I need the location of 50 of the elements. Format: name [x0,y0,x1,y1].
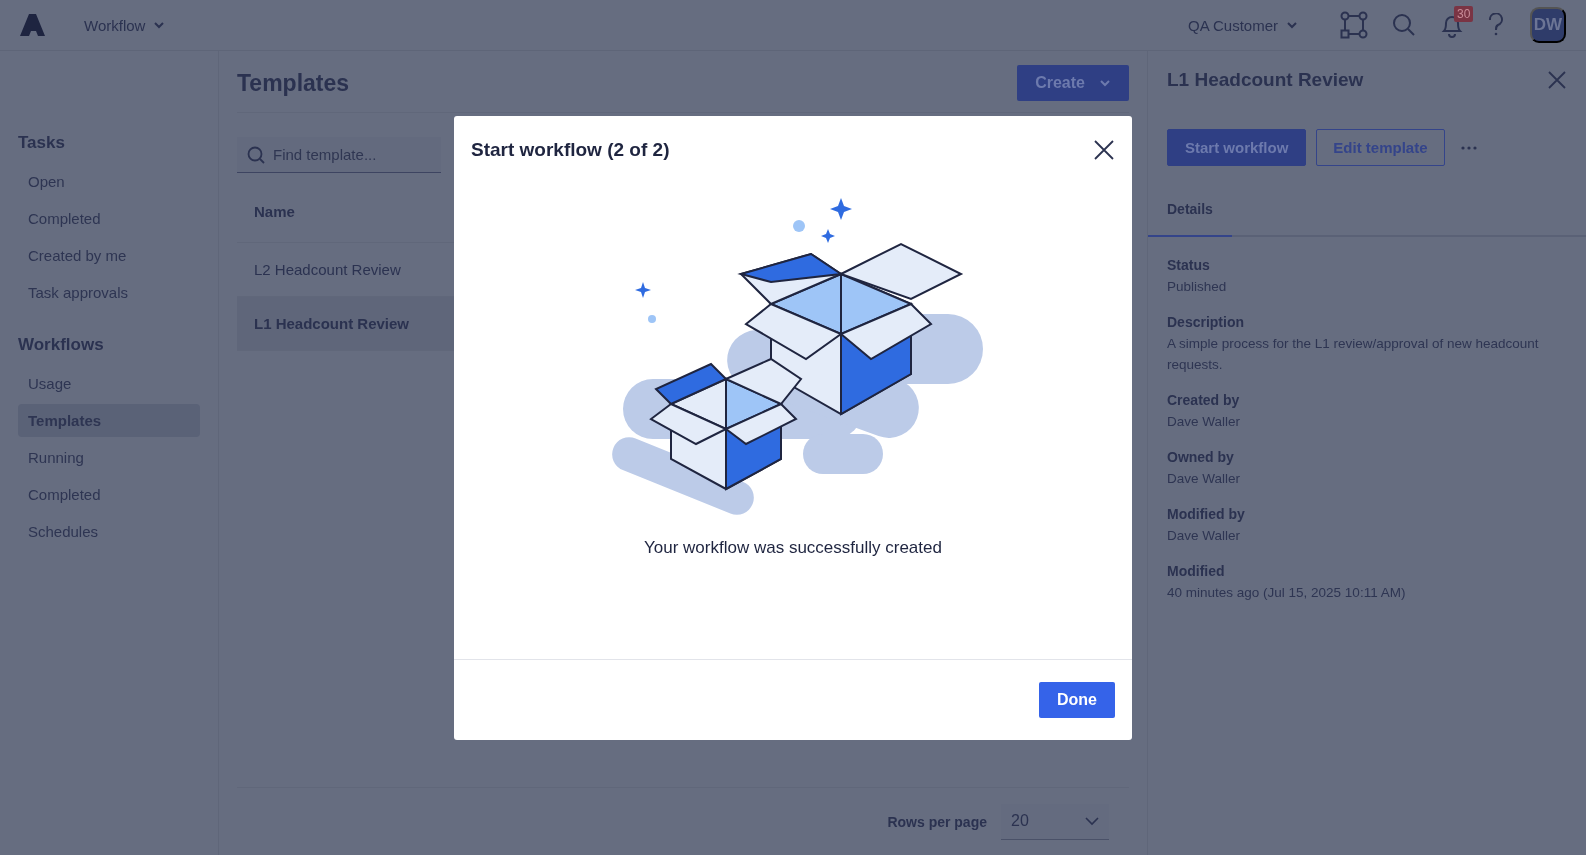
done-button[interactable]: Done [1039,682,1115,718]
user-avatar[interactable]: DW [1530,7,1566,43]
sidebar-item[interactable]: Created by me [18,239,200,272]
field-value: 40 minutes ago (Jul 15, 2025 10:11 AM) [1167,584,1407,602]
sidebar-item[interactable]: Usage [18,367,200,400]
search-icon [1392,13,1416,37]
field-label: Created by [1167,391,1241,410]
field-value: Dave Waller [1167,470,1242,488]
sidebar-item[interactable]: Task approvals [18,276,200,309]
help-button[interactable] [1488,13,1504,37]
panel-title: L1 Headcount Review [1167,69,1364,91]
field-label: Description [1167,313,1245,332]
sidebar-item[interactable]: Completed [18,202,200,235]
dialog-title: Start workflow (2 of 2) [471,139,670,161]
close-icon [1094,140,1114,160]
sidebar-section-title: Tasks [18,132,66,153]
create-button[interactable]: Create [1017,65,1129,101]
start-workflow-button[interactable]: Start workflow [1167,129,1307,166]
close-button[interactable] [1092,138,1116,162]
chevron-down-icon [1286,20,1298,30]
close-icon [1548,71,1566,89]
sidebar-item[interactable]: Schedules [18,515,200,548]
field-label: Status [1167,256,1211,275]
nodes-icon [1340,11,1368,39]
logo-icon [20,14,46,36]
sidebar-item[interactable]: Open [18,165,200,198]
chevron-down-icon [1085,816,1099,826]
field-label: Modified [1167,562,1226,581]
sidebar-section-title: Workflows [18,334,105,355]
rows-per-page-label: Rows per page [887,813,987,830]
field-value: Published [1167,278,1228,296]
tab[interactable]: Details [1148,193,1232,237]
search-button[interactable] [1392,13,1416,37]
sidebar-item[interactable]: Completed [18,478,200,511]
sidebar-item[interactable]: Running [18,441,200,474]
notification-badge: 30 [1454,6,1474,22]
chevron-down-icon [153,20,166,30]
help-icon [1488,13,1504,37]
more-icon [1460,145,1477,150]
field-value: Dave Waller [1167,413,1242,431]
app-menu[interactable]: Workflow [80,12,170,38]
flow-diagram-button[interactable] [1340,11,1368,39]
field-value: A simple process for the L1 review/approval of new headcount requests. [1167,335,1540,374]
field-label: Owned by [1167,448,1235,467]
page-title: Templates [237,69,350,97]
success-message: Your workflow was successfully created [644,538,942,558]
field-value: Dave Waller [1167,527,1242,545]
field-label: Modified by [1167,505,1246,524]
chevron-down-icon [1099,78,1111,88]
account-menu[interactable]: QA Customer [1183,12,1302,38]
